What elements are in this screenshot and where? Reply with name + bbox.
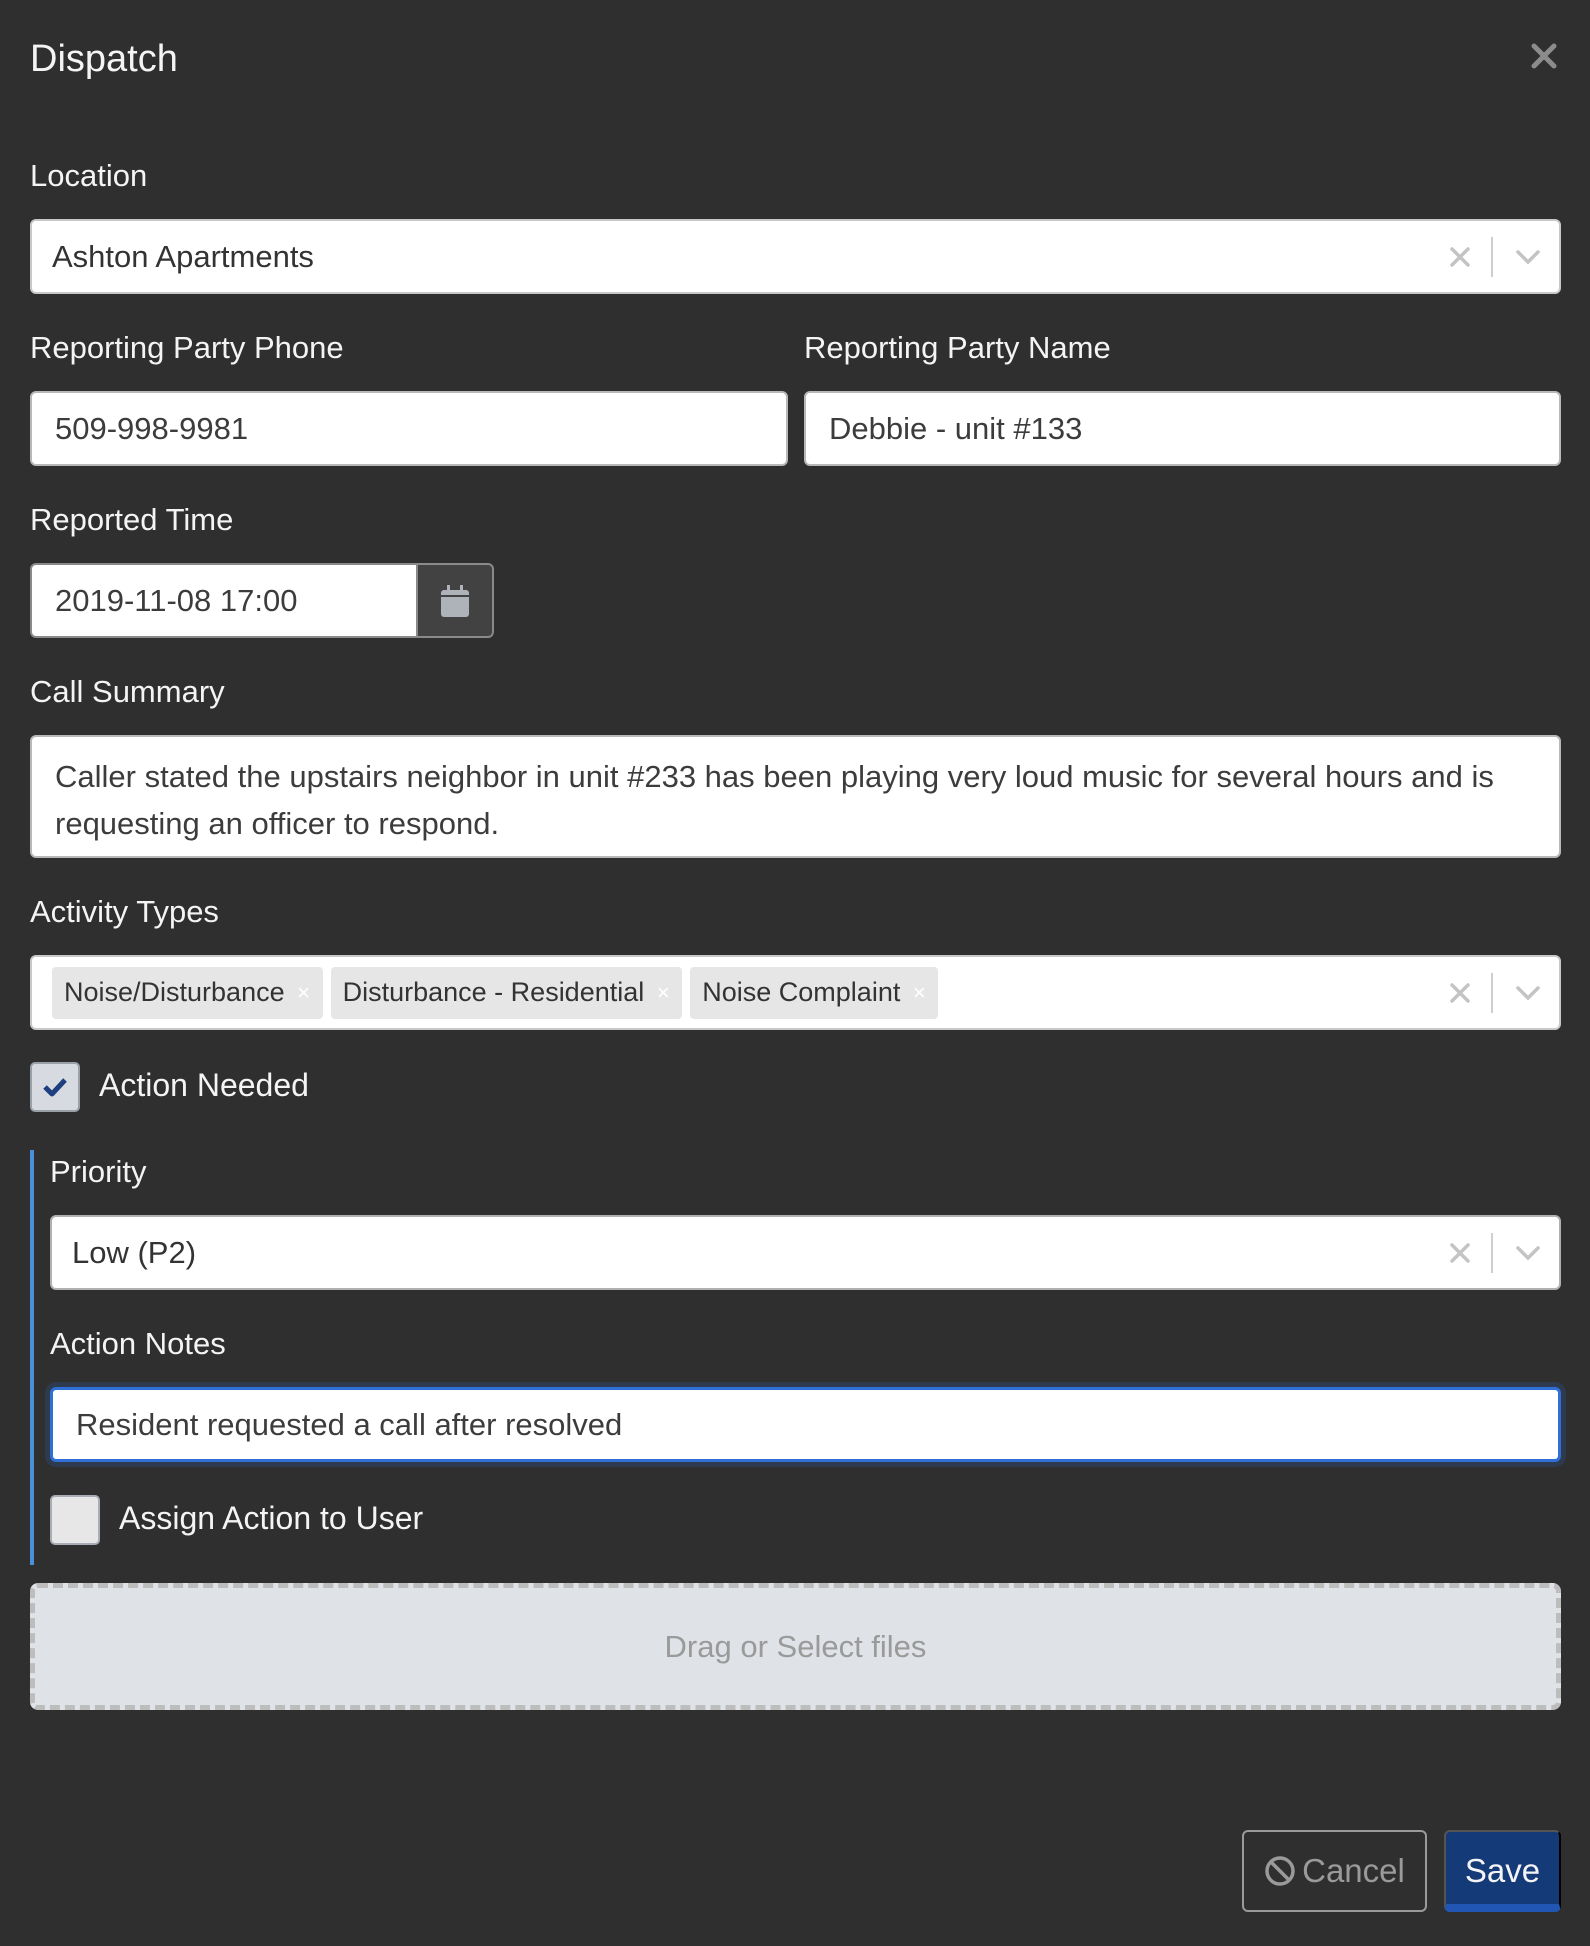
reported-time-input[interactable]: 2019-11-08 17:00 bbox=[30, 563, 418, 638]
call-summary-textarea[interactable]: Caller stated the upstairs neighbor in u… bbox=[30, 735, 1561, 858]
location-value: Ashton Apartments bbox=[52, 238, 314, 274]
activity-tag: Noise Complaint × bbox=[690, 966, 939, 1019]
file-dropzone[interactable]: Drag or Select files bbox=[30, 1583, 1561, 1710]
cancel-button[interactable]: Cancel bbox=[1242, 1830, 1427, 1912]
chevron-down-icon[interactable] bbox=[1515, 1244, 1541, 1262]
reporting-party-name-input[interactable]: Debbie - unit #133 bbox=[804, 391, 1561, 466]
close-icon bbox=[1531, 43, 1557, 69]
reported-time-label: Reported Time bbox=[30, 502, 234, 537]
action-needed-label: Action Needed bbox=[99, 1067, 309, 1103]
activity-types-multiselect[interactable]: Noise/Disturbance × Disturbance - Reside… bbox=[30, 955, 1561, 1030]
dropzone-text: Drag or Select files bbox=[664, 1628, 927, 1664]
location-label: Location bbox=[30, 158, 148, 193]
priority-value: Low (P2) bbox=[72, 1234, 197, 1270]
tag-remove-icon[interactable]: × bbox=[285, 967, 323, 1019]
tag-remove-icon[interactable]: × bbox=[900, 967, 938, 1019]
priority-select[interactable]: Low (P2) bbox=[50, 1215, 1561, 1290]
clear-icon[interactable] bbox=[1449, 246, 1471, 268]
checkmark-icon bbox=[43, 1078, 67, 1097]
tag-label: Noise/Disturbance bbox=[64, 977, 285, 1007]
chevron-down-icon[interactable] bbox=[1515, 248, 1541, 266]
action-notes-input[interactable]: Resident requested a call after resolved bbox=[50, 1387, 1561, 1462]
assign-action-checkbox[interactable] bbox=[50, 1495, 100, 1545]
calendar-icon bbox=[441, 584, 469, 617]
ban-icon bbox=[1265, 1856, 1295, 1886]
assign-action-label: Assign Action to User bbox=[119, 1500, 424, 1536]
action-notes-label: Action Notes bbox=[50, 1326, 226, 1361]
cancel-label: Cancel bbox=[1302, 1852, 1405, 1889]
modal-title: Dispatch bbox=[30, 38, 178, 80]
clear-icon[interactable] bbox=[1449, 982, 1471, 1004]
reporting-party-phone-label: Reporting Party Phone bbox=[30, 330, 344, 365]
tag-label: Noise Complaint bbox=[702, 977, 901, 1007]
reporting-party-phone-input[interactable]: 509-998-9981 bbox=[30, 391, 788, 466]
activity-tag: Noise/Disturbance × bbox=[52, 966, 323, 1019]
indicator-separator bbox=[1491, 1232, 1493, 1273]
activity-types-label: Activity Types bbox=[30, 894, 219, 929]
save-button[interactable]: Save bbox=[1444, 1830, 1561, 1912]
call-summary-label: Call Summary bbox=[30, 674, 225, 709]
chevron-down-icon[interactable] bbox=[1515, 984, 1541, 1002]
reporting-party-name-label: Reporting Party Name bbox=[804, 330, 1111, 365]
tag-remove-icon[interactable]: × bbox=[644, 967, 682, 1019]
action-section-bar bbox=[30, 1150, 34, 1565]
indicator-separator bbox=[1491, 236, 1493, 277]
priority-label: Priority bbox=[50, 1154, 147, 1189]
indicator-separator bbox=[1491, 972, 1493, 1013]
location-select[interactable]: Ashton Apartments bbox=[30, 219, 1561, 294]
action-needed-checkbox[interactable] bbox=[30, 1062, 80, 1112]
activity-tag: Disturbance - Residential × bbox=[330, 966, 683, 1019]
tag-label: Disturbance - Residential bbox=[342, 977, 645, 1007]
clear-icon[interactable] bbox=[1449, 1242, 1471, 1264]
calendar-button[interactable] bbox=[418, 563, 494, 638]
close-button[interactable] bbox=[1528, 40, 1560, 72]
